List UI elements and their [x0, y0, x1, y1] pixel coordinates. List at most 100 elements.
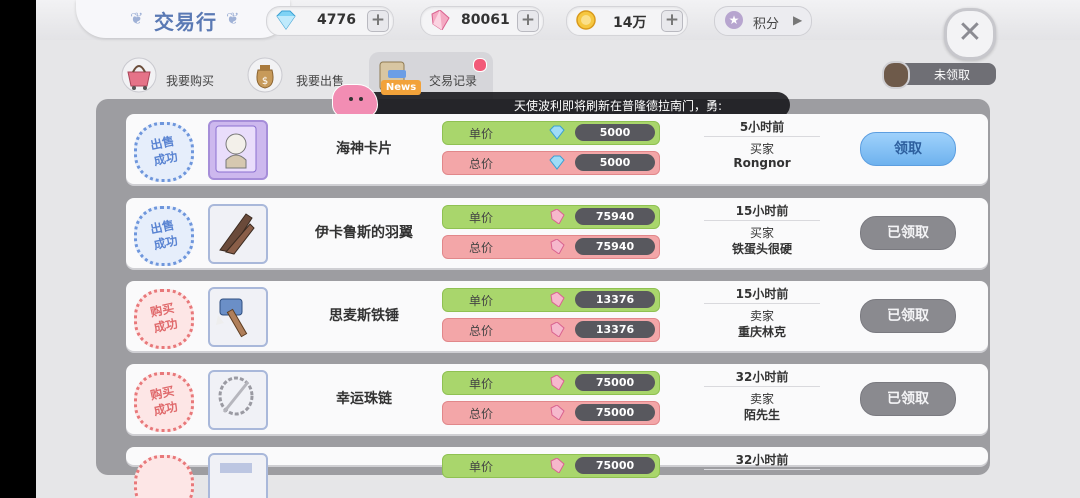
trade-info: 32小时前 [692, 451, 832, 498]
item-slot[interactable] [208, 453, 268, 498]
diamond-icon [549, 155, 565, 170]
unit-price-value: 13376 [575, 291, 655, 308]
stamp-text: 出售 成功 [149, 133, 179, 169]
total-price-label: 总价 [469, 157, 494, 171]
trade-info: 15小时前卖家重庆林克 [692, 285, 832, 339]
pink-crystal-icon [550, 375, 565, 390]
claim-button[interactable]: 领取 [860, 132, 956, 166]
counterparty-role: 买家 [749, 142, 774, 156]
crystal-balance: 80061 + [420, 6, 544, 36]
claimed-button[interactable]: 已领取 [860, 299, 956, 333]
add-crystal-button[interactable]: + [517, 10, 539, 32]
money-bag-icon: $ [247, 57, 283, 93]
notification-dot [473, 58, 487, 72]
trade-info: 5小时前 买家 Rongnor [692, 118, 832, 172]
item-slot[interactable] [208, 287, 268, 347]
unclaimed-label: 未领取 [934, 68, 971, 82]
points-button[interactable]: ★ 积分 ▶ [714, 6, 812, 36]
item-icon [220, 463, 252, 473]
trade-info: 15小时前 买家 铁蛋头很硬 [692, 202, 832, 256]
trade-time: 32小时前 [735, 370, 789, 384]
hammer-icon [216, 298, 248, 338]
diamond-balance: 4776 + [266, 6, 394, 36]
pink-crystal-icon [550, 292, 565, 307]
trade-time: 15小时前 [735, 287, 789, 301]
sold-stamp: 出售 成功 [134, 206, 194, 266]
add-diamond-button[interactable]: + [367, 10, 389, 32]
poring-mascot-icon [332, 84, 378, 118]
zeny-coin-icon [576, 10, 596, 30]
total-price-value: 5000 [575, 154, 655, 171]
bought-stamp [134, 455, 194, 498]
item-name: 海神卡片 [336, 141, 392, 157]
wing-left-icon: ❦ [130, 9, 144, 28]
counterparty-role: 卖家 [749, 309, 774, 323]
divider [704, 303, 820, 304]
tab-buy-label: 我要购买 [166, 74, 215, 88]
unit-price-label: 单价 [469, 294, 494, 308]
stamp-text [138, 462, 191, 473]
sold-stamp: 出售 成功 [134, 122, 194, 182]
record-row: 单价 75000 32小时前 [126, 447, 988, 498]
pink-crystal-icon [550, 239, 565, 254]
record-row: 购买 成功 幸运珠链 单价 75000 总价 75000 32小时前 卖家 陌先生 已领取 [126, 364, 988, 434]
trade-time: 32小时前 [735, 453, 789, 467]
unit-price-bar: 单价 13376 [442, 288, 660, 312]
unit-price-bar: 单价 5000 [442, 121, 660, 145]
item-name: 幸运珠链 [336, 391, 392, 407]
trade-info: 32小时前 卖家 陌先生 [692, 368, 832, 422]
record-row: 出售 成功 伊卡鲁斯的羽翼 单价 75940 总价 75940 15小时前 买家 铁蛋头很硬 已领取 [126, 198, 988, 268]
close-button[interactable]: ✕ [944, 8, 996, 60]
news-badge: News [381, 80, 421, 95]
total-price-value: 75940 [575, 238, 655, 255]
add-zeny-button[interactable]: + [661, 10, 683, 32]
pink-crystal-icon [550, 405, 565, 420]
unit-price-label: 单价 [469, 127, 494, 141]
play-arrow-icon: ▶ [793, 13, 803, 27]
wing-right-icon: ❦ [226, 9, 240, 28]
stamp-text: 购买 成功 [149, 383, 179, 419]
item-slot[interactable] [208, 204, 268, 264]
trade-time: 5小时前 [739, 120, 785, 134]
total-price-label: 总价 [469, 324, 494, 338]
shopping-basket-icon [121, 57, 157, 93]
poseidon-card-icon [215, 125, 257, 173]
unit-price-label: 单价 [469, 377, 494, 391]
total-price-value: 75000 [575, 404, 655, 421]
unit-price-bar: 单价 75000 [442, 371, 660, 395]
item-slot[interactable] [208, 120, 268, 180]
unit-price-value: 75000 [575, 374, 655, 391]
unclaimed-toggle[interactable]: 未领取 [882, 61, 996, 89]
page-title: 交易行 [154, 10, 217, 34]
zeny-count: 14万 [613, 15, 647, 31]
record-row: 出售 成功 海神卡片 单价 5000 总价 5000 5小时前 买家 Rongnor 领取 [126, 114, 988, 184]
title-ribbon: ❦ 交易行 ❦ [76, 0, 290, 38]
diamond-count: 4776 [317, 12, 356, 28]
news-text: 天使波利即将刷新在普隆德拉南门，勇: [514, 99, 723, 113]
toggle-knob [882, 61, 910, 89]
item-slot[interactable] [208, 370, 268, 430]
bought-stamp: 购买 成功 [134, 289, 194, 349]
icarus-wing-icon [219, 213, 255, 255]
total-price-bar: 总价 75940 [442, 235, 660, 259]
bought-stamp: 购买 成功 [134, 372, 194, 432]
unit-price-value: 75000 [575, 457, 655, 474]
divider [704, 386, 820, 387]
claimed-button[interactable]: 已领取 [860, 216, 956, 250]
total-price-value: 13376 [575, 321, 655, 338]
counterparty-name: 重庆林克 [737, 325, 786, 339]
tab-buy[interactable]: 我要购买 [120, 54, 230, 98]
counterparty-name: 铁蛋头很硬 [731, 242, 792, 256]
unit-price-bar: 单价 75000 [442, 454, 660, 478]
counterparty-role: 买家 [749, 226, 774, 240]
lucky-necklace-icon [218, 376, 254, 416]
svg-text:$: $ [262, 76, 268, 87]
trade-screen: ❦ 交易行 ❦ 4776 + 80061 + 14万 + ★ 积分 ▶ ✕ 我要… [36, 0, 1080, 498]
tab-records-label: 交易记录 [429, 74, 478, 88]
claimed-button[interactable]: 已领取 [860, 382, 956, 416]
total-price-bar: 总价 5000 [442, 151, 660, 175]
unit-price-label: 单价 [469, 211, 494, 225]
unit-price-value: 5000 [575, 124, 655, 141]
unit-price-label: 单价 [469, 460, 494, 474]
pink-crystal-icon [550, 209, 565, 224]
